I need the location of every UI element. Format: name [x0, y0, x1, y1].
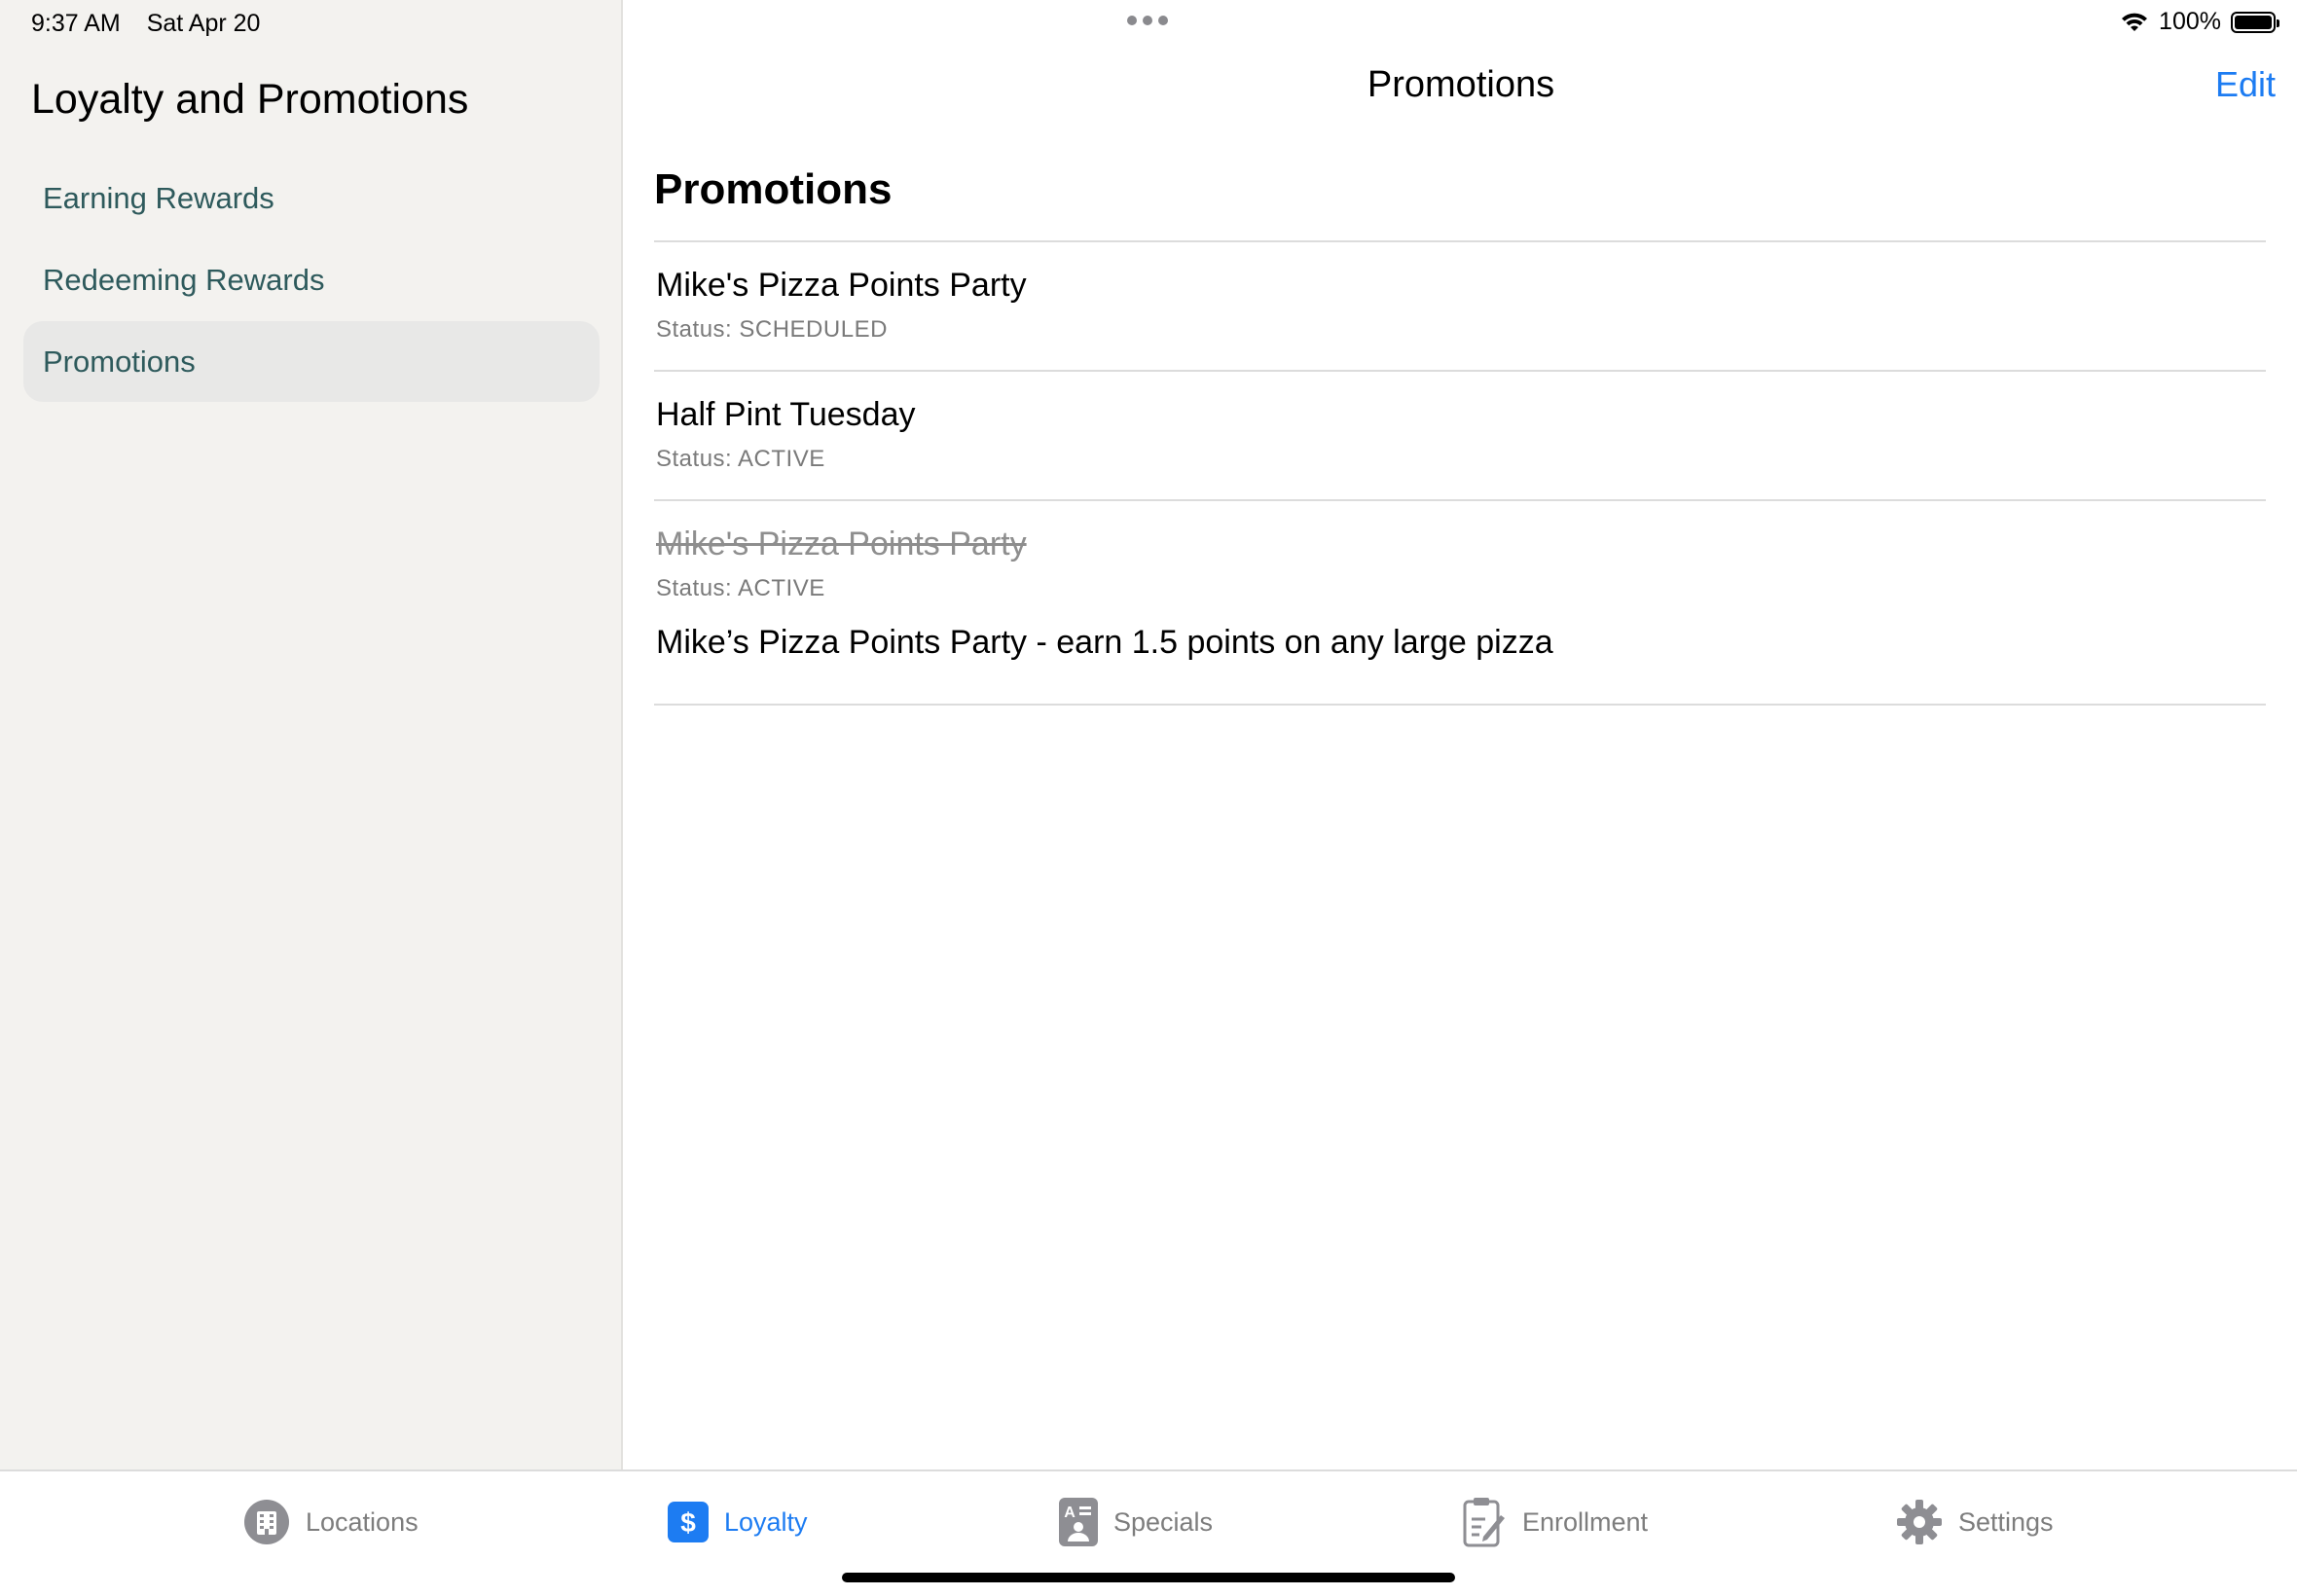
tab-enrollment[interactable]: Enrollment: [1462, 1495, 1648, 1549]
sidebar-item-label: Earning Rewards: [43, 180, 274, 215]
status-bar-left: 9:37 AM Sat Apr 20: [31, 10, 279, 38]
sidebar: 9:37 AM Sat Apr 20 Loyalty and Promotion…: [0, 0, 623, 1469]
promotion-row[interactable]: Mike's Pizza Points Party Status: ACTIVE…: [654, 501, 2266, 706]
promotion-status: Status: SCHEDULED: [656, 316, 888, 343]
promotion-name: Mike's Pizza Points Party: [656, 526, 1027, 562]
screen: 9:37 AM Sat Apr 20 Loyalty and Promotion…: [0, 0, 2297, 1596]
promotions-list: Mike's Pizza Points Party Status: SCHEDU…: [654, 240, 2266, 706]
tab-loyalty[interactable]: $ Loyalty: [668, 1495, 808, 1549]
edit-button[interactable]: Edit: [2215, 64, 2276, 105]
promotion-name: Half Pint Tuesday: [656, 396, 916, 433]
specials-icon: A: [1059, 1498, 1098, 1546]
status-time: 9:37 AM: [31, 10, 121, 37]
tab-label: Specials: [1113, 1506, 1214, 1537]
battery-icon: [2231, 11, 2279, 33]
home-indicator[interactable]: [842, 1573, 1455, 1582]
gear-icon: [1897, 1500, 1942, 1544]
multitasking-dots-icon[interactable]: [1127, 16, 1168, 25]
dollar-icon: $: [668, 1502, 709, 1542]
promotion-name: Mike's Pizza Points Party: [656, 267, 1027, 304]
svg-text:A: A: [1064, 1505, 1076, 1521]
tab-label: Loyalty: [724, 1506, 808, 1537]
tab-label: Settings: [1958, 1506, 2054, 1537]
status-bar-right: 100%: [2120, 8, 2279, 36]
sidebar-title: Loyalty and Promotions: [31, 76, 469, 123]
sidebar-item-label: Redeeming Rewards: [43, 262, 325, 297]
wifi-icon: [2122, 13, 2148, 31]
sidebar-item-label: Promotions: [43, 344, 196, 379]
sidebar-item-earning-rewards[interactable]: Earning Rewards: [23, 158, 600, 238]
tab-specials[interactable]: A Specials: [1059, 1495, 1213, 1549]
promotion-row[interactable]: Half Pint Tuesday Status: ACTIVE: [654, 372, 2266, 501]
tab-label: Locations: [306, 1506, 419, 1537]
building-icon: [244, 1500, 289, 1544]
clipboard-pen-icon: [1463, 1498, 1505, 1547]
battery-percent: 100%: [2159, 8, 2221, 35]
tab-label: Enrollment: [1522, 1506, 1649, 1537]
tab-settings[interactable]: Settings: [1896, 1495, 2054, 1549]
status-date: Sat Apr 20: [146, 10, 261, 37]
promotion-status: Status: ACTIVE: [656, 446, 825, 472]
promotion-description: Mike’s Pizza Points Party - earn 1.5 poi…: [656, 624, 1553, 661]
main-content: 100% Promotions Edit Promotions Mike's P…: [625, 0, 2297, 1469]
promotion-status: Status: ACTIVE: [656, 575, 825, 601]
tab-locations[interactable]: Locations: [243, 1495, 419, 1549]
nav-title: Promotions: [1367, 64, 1555, 105]
sidebar-item-redeeming-rewards[interactable]: Redeeming Rewards: [23, 239, 600, 320]
section-title: Promotions: [654, 165, 893, 213]
sidebar-item-promotions[interactable]: Promotions: [23, 321, 600, 402]
svg-text:$: $: [680, 1507, 696, 1538]
promotion-row[interactable]: Mike's Pizza Points Party Status: SCHEDU…: [654, 242, 2266, 372]
